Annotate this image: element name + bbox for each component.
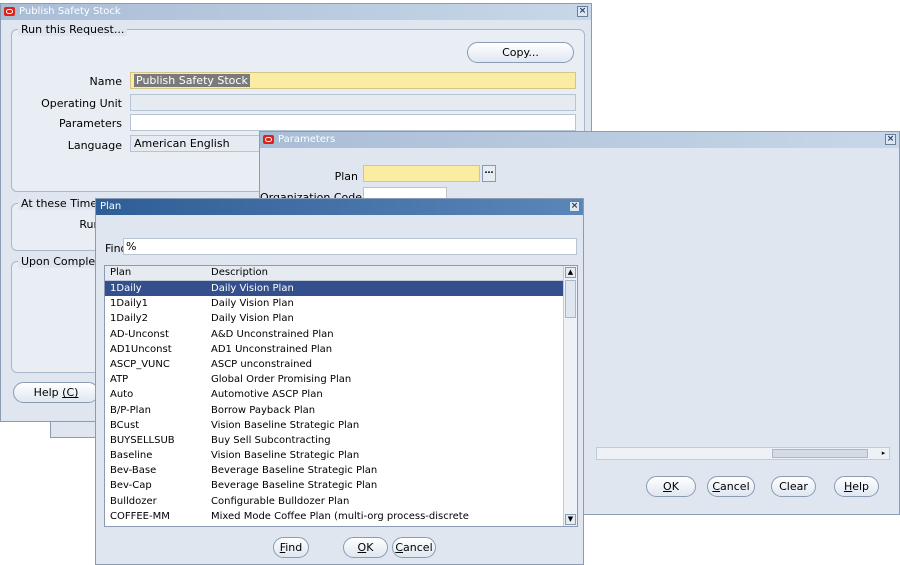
list-item[interactable]: 1Daily1 Daily Vision Plan: [105, 296, 563, 311]
list-item[interactable]: Auto Automotive ASCP Plan: [105, 387, 563, 402]
list-item[interactable]: Bev-Base Beverage Baseline Strategic Plan: [105, 463, 563, 478]
list-item-plan: BUYSELLSUB: [110, 434, 175, 446]
help-button[interactable]: Help (C): [13, 382, 99, 403]
list-item-description: AD1 Unconstrained Plan: [211, 343, 333, 355]
oracle-logo-icon: [263, 135, 274, 144]
list-item-description: Daily Vision Plan: [211, 313, 294, 325]
scroll-right-arrow-icon[interactable]: ▸: [878, 448, 889, 459]
list-item-description: Configurable Bulldozer Plan: [211, 495, 350, 507]
list-item-plan: Bev-Base: [110, 465, 157, 477]
list-item-description: Daily Vision Plan: [211, 283, 294, 294]
copy-button[interactable]: Copy...: [467, 42, 574, 63]
list-item-plan: Baseline: [110, 450, 153, 462]
scroll-up-arrow-icon[interactable]: ▲: [565, 267, 576, 278]
lov-find-button[interactable]: Find: [273, 537, 309, 558]
close-icon[interactable]: ×: [885, 134, 896, 145]
horizontal-scrollbar-thumb[interactable]: [772, 449, 868, 458]
plan-field[interactable]: [363, 165, 480, 182]
run-request-group-title: Run this Request...: [18, 23, 128, 36]
parameters-label: Parameters: [59, 117, 122, 130]
oracle-logo-icon: [4, 7, 15, 16]
list-item-description: Beverage Baseline Strategic Plan: [211, 465, 378, 477]
list-item-plan: 1Daily1: [110, 298, 149, 310]
list-item-plan: AD-Unconst: [110, 328, 169, 340]
list-item-plan: 1Daily: [110, 283, 142, 294]
operating-unit-label: Operating Unit: [41, 97, 122, 110]
vertical-scrollbar-thumb[interactable]: [565, 280, 576, 318]
lov-ok-button[interactable]: OK: [343, 537, 388, 558]
list-item-description: Beverage Baseline Strategic Plan: [211, 480, 378, 492]
name-label: Name: [89, 75, 122, 88]
upon-completion-title: Upon Completi: [18, 255, 106, 268]
list-item[interactable]: COFFEE-MM Mixed Mode Coffee Plan (multi-o…: [105, 509, 563, 524]
list-item-plan: Bev-Cap: [110, 480, 152, 492]
plan-list-rows: 1Daily Daily Vision Plan 1Daily1 Daily Visi…: [105, 281, 563, 524]
list-item[interactable]: ASCP_VUNC ASCP unconstrained: [105, 357, 563, 372]
list-item-description: Vision Baseline Strategic Plan: [211, 419, 360, 431]
list-item-description: A&D Unconstrained Plan: [211, 328, 334, 340]
parameters-help-button[interactable]: Help: [834, 476, 879, 497]
list-item[interactable]: Bev-Cap Beverage Baseline Strategic Plan: [105, 478, 563, 493]
column-header-description[interactable]: Description: [211, 266, 268, 280]
publish-window-titlebar[interactable]: Publish Safety Stock ×: [1, 4, 591, 20]
list-item-plan: Auto: [110, 389, 134, 401]
list-item[interactable]: B/P-Plan Borrow Payback Plan: [105, 403, 563, 418]
find-input[interactable]: %: [123, 238, 577, 255]
language-label: Language: [67, 139, 122, 152]
close-icon[interactable]: ×: [577, 6, 588, 17]
list-item-plan: COFFEE-MM: [110, 510, 170, 522]
list-header: Plan Description: [105, 266, 577, 281]
parameters-window-titlebar[interactable]: Parameters ×: [260, 132, 899, 148]
list-item-description: Mixed Mode Coffee Plan (multi-org proces…: [211, 510, 469, 522]
list-item[interactable]: 1Daily2 Daily Vision Plan: [105, 311, 563, 326]
column-header-plan[interactable]: Plan: [110, 266, 131, 280]
list-item-plan: Bulldozer: [110, 495, 157, 507]
close-icon[interactable]: ×: [569, 201, 580, 212]
lov-cancel-button[interactable]: Cancel: [392, 537, 436, 558]
list-item[interactable]: AD-Unconst A&D Unconstrained Plan: [105, 327, 563, 342]
list-item[interactable]: AD1Unconst AD1 Unconstrained Plan: [105, 342, 563, 357]
list-item-description: Global Order Promising Plan: [211, 374, 352, 386]
publish-window-title: Publish Safety Stock: [19, 6, 121, 17]
parameters-field[interactable]: [130, 114, 576, 131]
parameters-cancel-button[interactable]: Cancel: [707, 476, 755, 497]
list-item-plan: AD1Unconst: [110, 343, 172, 355]
list-item-description: ASCP unconstrained: [211, 358, 312, 370]
name-field[interactable]: Publish Safety Stock: [130, 72, 576, 89]
list-item[interactable]: Bulldozer Configurable Bulldozer Plan: [105, 494, 563, 509]
parameters-clear-button[interactable]: Clear: [771, 476, 816, 497]
list-item[interactable]: 1Daily Daily Vision Plan: [105, 281, 563, 297]
list-item-plan: BCust: [110, 419, 140, 431]
scroll-down-arrow-icon[interactable]: ▼: [565, 514, 576, 525]
list-item[interactable]: BUYSELLSUB Buy Sell Subcontracting: [105, 433, 563, 448]
list-item-plan: 1Daily2: [110, 313, 149, 325]
parameters-ok-button[interactable]: OK: [646, 476, 696, 497]
plan-label: Plan: [334, 170, 358, 183]
parameters-window-title: Parameters: [278, 134, 336, 145]
list-item-plan: ATP: [110, 374, 129, 386]
plan-lov-title: Plan: [100, 201, 122, 212]
list-item-description: Buy Sell Subcontracting: [211, 434, 331, 446]
list-item[interactable]: ATP Global Order Promising Plan: [105, 372, 563, 387]
list-item-description: Vision Baseline Strategic Plan: [211, 450, 360, 462]
plan-lov-button[interactable]: …: [482, 165, 496, 182]
plan-lov-window: Plan × Find % Plan Description 1Daily Dai…: [95, 198, 584, 565]
list-item[interactable]: Baseline Vision Baseline Strategic Plan: [105, 448, 563, 463]
name-field-value: Publish Safety Stock: [134, 74, 250, 87]
list-item-description: Daily Vision Plan: [211, 298, 294, 310]
plan-lov-titlebar[interactable]: Plan ×: [96, 199, 583, 215]
list-item-plan: ASCP_VUNC: [110, 358, 170, 370]
horizontal-scrollbar[interactable]: ▸: [596, 447, 890, 460]
list-item-description: Borrow Payback Plan: [211, 404, 316, 416]
list-item-description: Automotive ASCP Plan: [211, 389, 323, 401]
plan-list[interactable]: Plan Description 1Daily Daily Vision Plan…: [104, 265, 578, 527]
list-item-plan: B/P-Plan: [110, 404, 151, 416]
operating-unit-field[interactable]: [130, 94, 576, 111]
at-these-times-title: At these Times: [18, 197, 106, 210]
list-item[interactable]: BCust Vision Baseline Strategic Plan: [105, 418, 563, 433]
vertical-scrollbar[interactable]: ▲ ▼: [563, 266, 577, 526]
